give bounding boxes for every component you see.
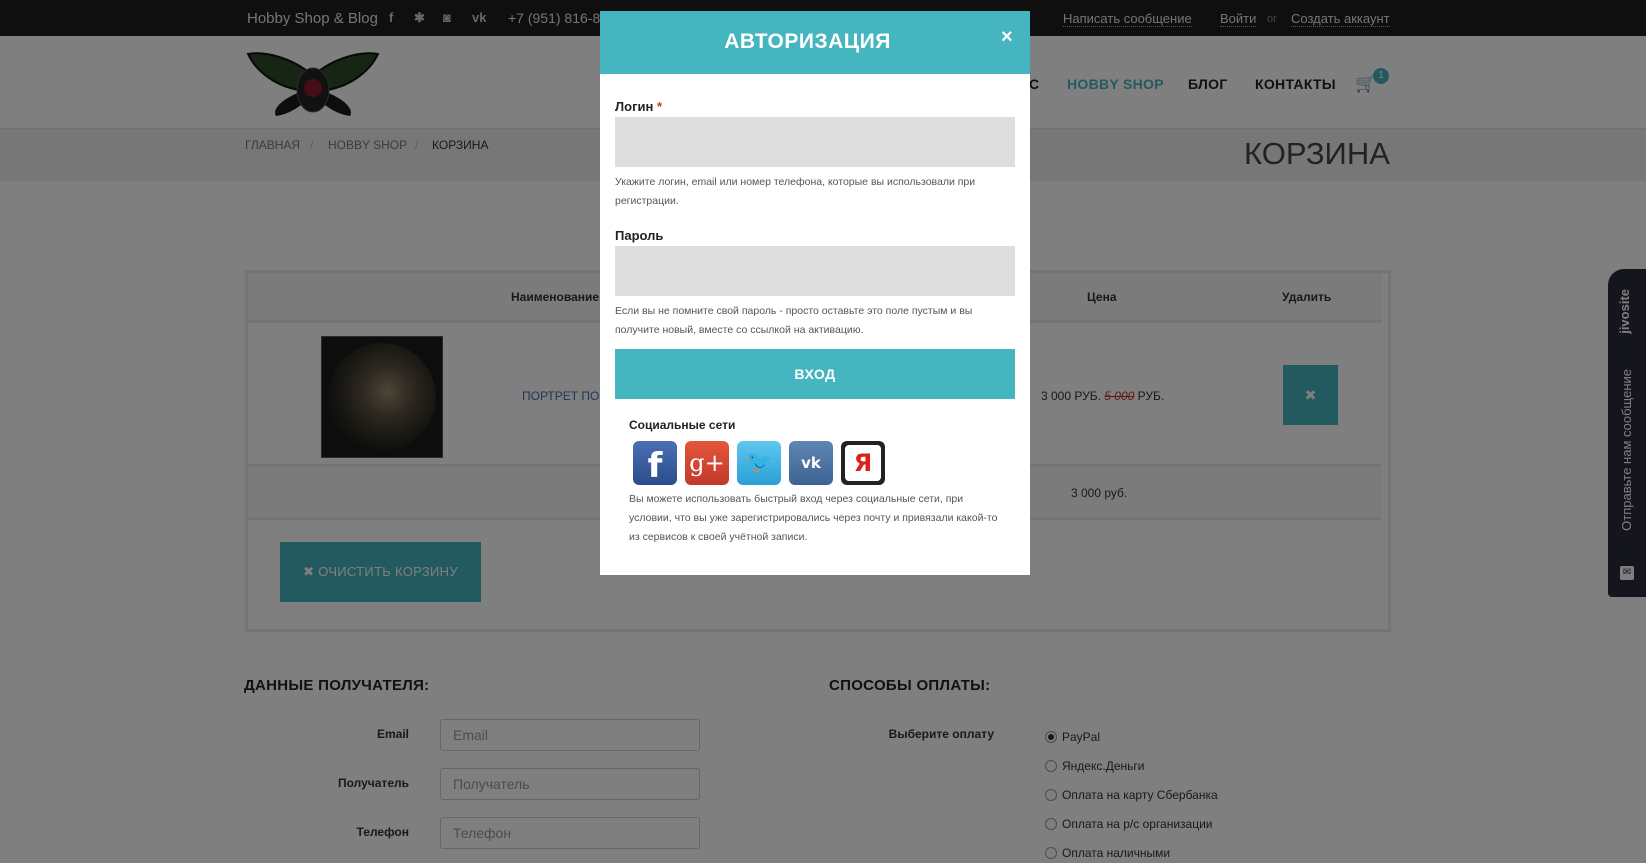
modal-title: АВТОРИЗАЦИЯ — [724, 30, 891, 53]
password-help-text: Если вы не помните свой пароль - просто … — [615, 305, 973, 336]
vk-icon[interactable]: vk — [789, 441, 833, 485]
login-field[interactable] — [615, 117, 1015, 167]
login-label: Логин * — [615, 99, 663, 114]
facebook-icon[interactable]: f — [633, 441, 677, 486]
modal-close-button[interactable]: × — [1001, 26, 1013, 49]
login-submit-button[interactable]: ВХОД — [615, 349, 1015, 399]
yandex-icon[interactable]: Я — [841, 441, 885, 485]
twitter-icon[interactable]: 🐦 — [737, 441, 781, 485]
login-help-text: Укажите логин, email или номер телефона,… — [615, 176, 976, 207]
modal-header: АВТОРИЗАЦИЯ × — [600, 11, 1030, 74]
social-help-text: Вы можете использовать быстрый вход чере… — [629, 493, 998, 543]
social-title: Социальные сети — [629, 418, 736, 432]
google-plus-icon[interactable]: g+ — [685, 441, 729, 485]
auth-modal: АВТОРИЗАЦИЯ × Логин * Укажите логин, ema… — [600, 11, 1030, 575]
password-field[interactable] — [615, 246, 1015, 296]
password-label: Пароль — [615, 228, 664, 243]
